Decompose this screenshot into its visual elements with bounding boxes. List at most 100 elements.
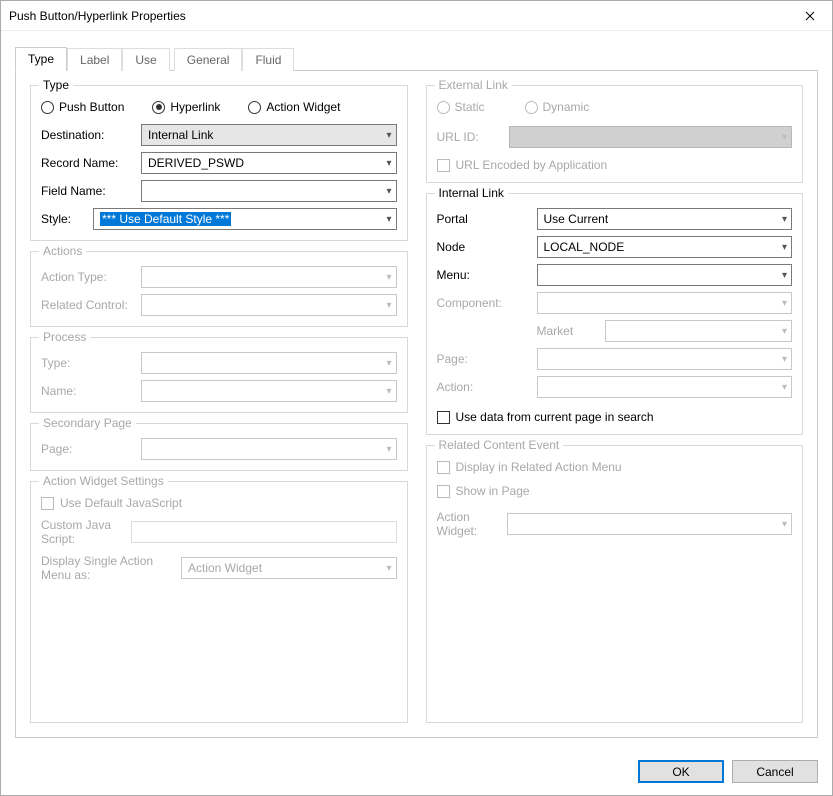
chevron-down-icon: ▾ bbox=[782, 382, 787, 393]
display-single-action-label: Display Single Action Menu as: bbox=[41, 554, 181, 582]
chevron-down-icon: ▾ bbox=[782, 354, 787, 365]
chevron-down-icon: ▾ bbox=[386, 272, 391, 283]
display-related-menu-checkbox: Display in Related Action Menu bbox=[437, 460, 793, 474]
chevron-down-icon: ▾ bbox=[782, 519, 787, 530]
node-label: Node bbox=[437, 240, 537, 254]
chevron-down-icon: ▾ bbox=[386, 300, 391, 311]
show-in-page-checkbox: Show in Page bbox=[437, 484, 793, 498]
style-label: Style: bbox=[41, 212, 93, 226]
radio-dot-icon bbox=[437, 101, 450, 114]
checkbox-icon bbox=[437, 159, 450, 172]
titlebar: Push Button/Hyperlink Properties bbox=[1, 1, 832, 31]
group-internal-link: Internal Link Portal Use Current ▾ Node bbox=[426, 193, 804, 435]
menu-label: Menu: bbox=[437, 268, 537, 282]
tab-label[interactable]: Label bbox=[67, 48, 122, 71]
tab-use[interactable]: Use bbox=[122, 48, 169, 71]
tab-fluid[interactable]: Fluid bbox=[242, 48, 294, 71]
destination-label: Destination: bbox=[41, 128, 141, 142]
chevron-down-icon: ▾ bbox=[782, 214, 787, 225]
radio-hyperlink[interactable]: Hyperlink bbox=[152, 100, 220, 114]
il-page-label: Page: bbox=[437, 352, 537, 366]
chevron-down-icon: ▾ bbox=[782, 270, 787, 281]
checkbox-icon bbox=[437, 411, 450, 424]
group-process-legend: Process bbox=[39, 330, 90, 344]
url-id-label: URL ID: bbox=[437, 130, 509, 144]
group-action-widget-settings: Action Widget Settings Use Default JavaS… bbox=[30, 481, 408, 723]
tab-general[interactable]: General bbox=[174, 48, 243, 71]
il-action-label: Action: bbox=[437, 380, 537, 394]
record-name-label: Record Name: bbox=[41, 156, 141, 170]
url-encoded-checkbox: URL Encoded by Application bbox=[437, 158, 793, 172]
radio-dot-icon bbox=[248, 101, 261, 114]
action-type-label: Action Type: bbox=[41, 270, 141, 284]
close-button[interactable] bbox=[787, 1, 832, 30]
radio-dot-icon bbox=[152, 101, 165, 114]
component-combo: ▾ bbox=[537, 292, 793, 314]
group-type-legend: Type bbox=[39, 78, 73, 92]
window-title: Push Button/Hyperlink Properties bbox=[9, 9, 186, 23]
dialog-window: Push Button/Hyperlink Properties Type La… bbox=[0, 0, 833, 796]
chevron-down-icon: ▾ bbox=[386, 563, 391, 574]
checkbox-icon bbox=[41, 497, 54, 510]
il-page-combo: ▾ bbox=[537, 348, 793, 370]
ok-button[interactable]: OK bbox=[638, 760, 724, 783]
process-name-combo: ▾ bbox=[141, 380, 397, 402]
chevron-down-icon: ▾ bbox=[782, 298, 787, 309]
left-column: Type Push Button Hyperlink Action Wid bbox=[30, 85, 408, 723]
display-single-action-combo: Action Widget ▾ bbox=[181, 557, 397, 579]
tabstrip: Type Label Use General Fluid bbox=[15, 46, 818, 70]
menu-combo[interactable]: ▾ bbox=[537, 264, 793, 286]
field-name-combo[interactable]: ▾ bbox=[141, 180, 397, 202]
radio-dot-icon bbox=[41, 101, 54, 114]
il-action-combo: ▾ bbox=[537, 376, 793, 398]
chevron-down-icon: ▾ bbox=[386, 130, 391, 141]
node-combo[interactable]: LOCAL_NODE ▾ bbox=[537, 236, 793, 258]
secondary-page-label: Page: bbox=[41, 442, 141, 456]
chevron-down-icon: ▾ bbox=[782, 242, 787, 253]
group-aw-legend: Action Widget Settings bbox=[39, 474, 168, 488]
group-related-legend: Related Content Event bbox=[435, 438, 564, 452]
custom-js-input bbox=[131, 521, 397, 543]
right-column: External Link Static Dynamic URL ID: bbox=[426, 85, 804, 723]
group-external-link: External Link Static Dynamic URL ID: bbox=[426, 85, 804, 183]
radio-dot-icon bbox=[525, 101, 538, 114]
record-name-combo[interactable]: DERIVED_PSWD ▾ bbox=[141, 152, 397, 174]
cancel-button[interactable]: Cancel bbox=[732, 760, 818, 783]
url-id-combo: ▾ bbox=[509, 126, 793, 148]
chevron-down-icon: ▾ bbox=[782, 132, 787, 143]
dialog-footer: OK Cancel bbox=[1, 748, 832, 795]
radio-action-widget[interactable]: Action Widget bbox=[248, 100, 340, 114]
use-default-js-checkbox: Use Default JavaScript bbox=[41, 496, 397, 510]
group-secondary-page: Secondary Page Page: ▾ bbox=[30, 423, 408, 471]
field-name-label: Field Name: bbox=[41, 184, 141, 198]
radio-dynamic: Dynamic bbox=[525, 100, 590, 114]
tab-body: Type Push Button Hyperlink Action Wid bbox=[15, 70, 818, 738]
use-data-checkbox[interactable]: Use data from current page in search bbox=[437, 410, 793, 424]
close-icon bbox=[805, 11, 815, 21]
radio-push-button[interactable]: Push Button bbox=[41, 100, 124, 114]
type-radio-row: Push Button Hyperlink Action Widget bbox=[41, 100, 397, 114]
group-process: Process Type: ▾ Name: ▾ bbox=[30, 337, 408, 413]
market-combo: ▾ bbox=[605, 320, 793, 342]
chevron-down-icon: ▾ bbox=[386, 158, 391, 169]
style-combo[interactable]: *** Use Default Style *** ▾ bbox=[93, 208, 397, 230]
related-control-combo: ▾ bbox=[141, 294, 397, 316]
group-type: Type Push Button Hyperlink Action Wid bbox=[30, 85, 408, 241]
chevron-down-icon: ▾ bbox=[782, 326, 787, 337]
chevron-down-icon: ▾ bbox=[386, 214, 391, 225]
chevron-down-icon: ▾ bbox=[386, 358, 391, 369]
group-actions-legend: Actions bbox=[39, 244, 86, 258]
group-internal-legend: Internal Link bbox=[435, 186, 508, 200]
component-label: Component: bbox=[437, 296, 537, 310]
process-type-combo: ▾ bbox=[141, 352, 397, 374]
group-external-legend: External Link bbox=[435, 78, 512, 92]
portal-label: Portal bbox=[437, 212, 537, 226]
custom-js-label: Custom Java Script: bbox=[41, 518, 131, 546]
tab-type[interactable]: Type bbox=[15, 47, 67, 71]
group-actions: Actions Action Type: ▾ Related Control: bbox=[30, 251, 408, 327]
aw-combo: ▾ bbox=[507, 513, 793, 535]
portal-combo[interactable]: Use Current ▾ bbox=[537, 208, 793, 230]
destination-combo[interactable]: Internal Link ▾ bbox=[141, 124, 397, 146]
group-related-content: Related Content Event Display in Related… bbox=[426, 445, 804, 723]
process-type-label: Type: bbox=[41, 356, 141, 370]
